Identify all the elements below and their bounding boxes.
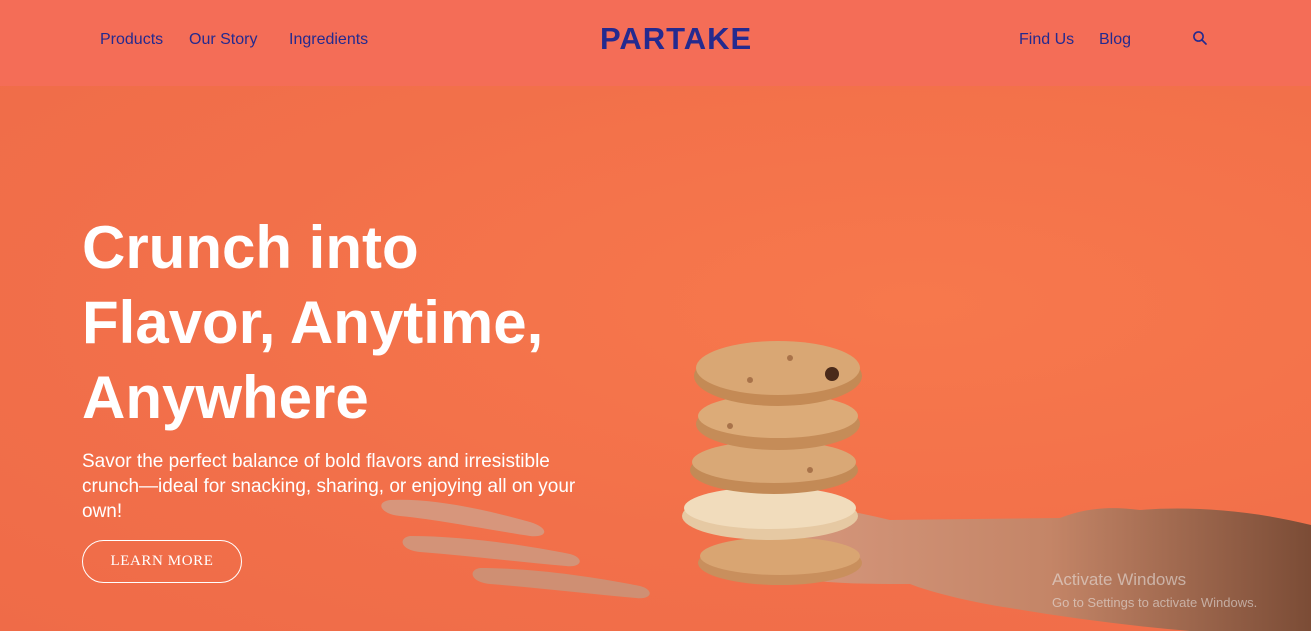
hand-finger bbox=[472, 568, 650, 599]
hand-finger bbox=[402, 536, 580, 567]
nav-products-link[interactable]: Products bbox=[100, 31, 163, 49]
hero-subtext: Savor the perfect balance of bold flavor… bbox=[82, 451, 576, 522]
nav-find-us-link[interactable]: Find Us bbox=[1019, 31, 1074, 49]
cookie-stack bbox=[682, 341, 862, 585]
hero-headline: Crunch into Flavor, Anytime, Anywhere bbox=[82, 210, 642, 435]
learn-more-button[interactable]: LEARN MORE bbox=[82, 540, 242, 583]
hero-headline-line: Flavor, Anytime, bbox=[82, 289, 544, 356]
hero-headline-line: Anywhere bbox=[82, 364, 369, 431]
nav-our-story-link[interactable]: Our Story bbox=[189, 31, 257, 49]
search-icon[interactable] bbox=[1192, 30, 1208, 46]
windows-activation-title: Activate Windows bbox=[1052, 570, 1187, 589]
nav-blog-link[interactable]: Blog bbox=[1099, 31, 1131, 49]
site-header: Products Our Story Ingredients PARTAKE F… bbox=[0, 0, 1311, 86]
nav-ingredients-link[interactable]: Ingredients bbox=[289, 31, 368, 49]
windows-activation-subtitle: Go to Settings to activate Windows. bbox=[1052, 595, 1258, 610]
brand-logo[interactable]: PARTAKE bbox=[600, 21, 752, 57]
hero-headline-line: Crunch into bbox=[82, 214, 419, 281]
